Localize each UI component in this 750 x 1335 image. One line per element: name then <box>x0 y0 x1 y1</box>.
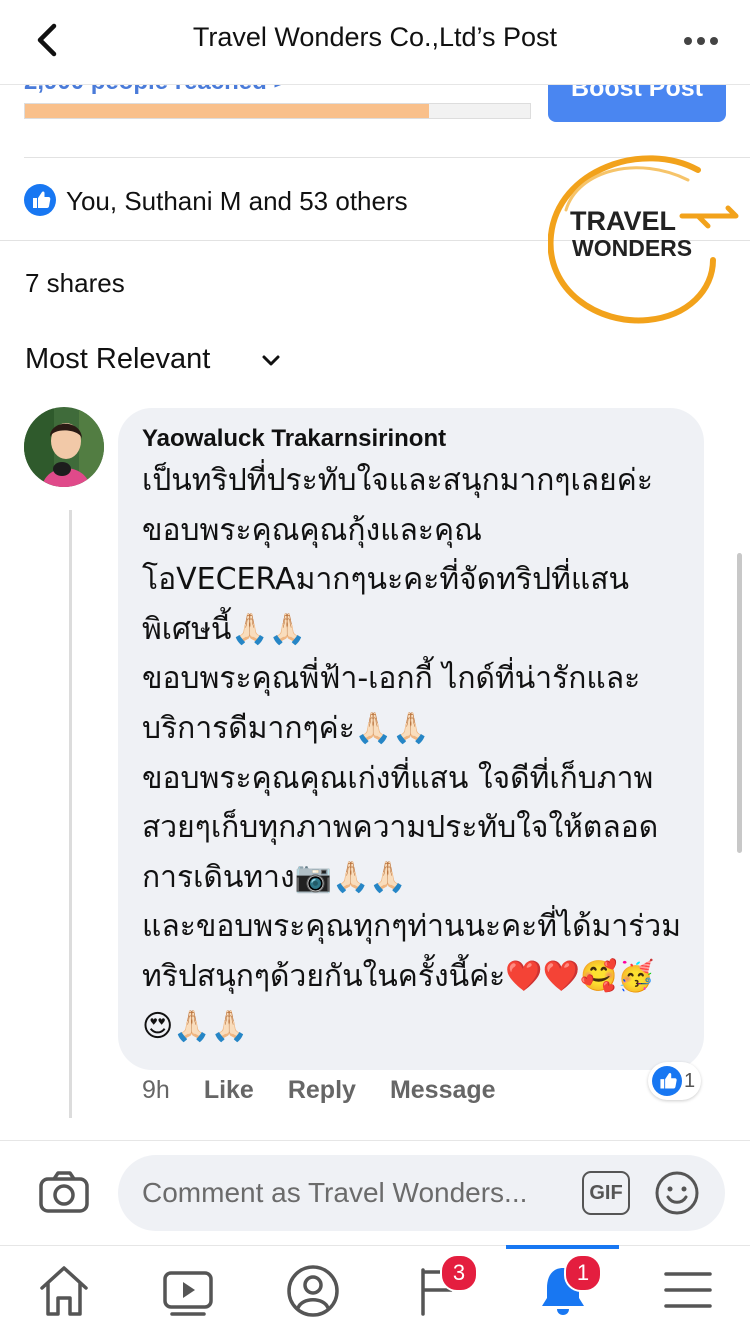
like-icon <box>24 184 56 216</box>
top-bar: Travel Wonders Co.,Ltd’s Post <box>0 0 750 85</box>
comment-text: เป็นทริปที่ประทับใจและสนุกมากๆเลยค่ะ ขอบ… <box>142 463 681 1044</box>
comment-sort-label[interactable]: Most Relevant <box>25 343 210 376</box>
more-options-button[interactable] <box>676 26 726 56</box>
reply-button[interactable]: Reply <box>288 1076 356 1105</box>
avatar[interactable] <box>24 407 104 487</box>
nav-profile[interactable] <box>283 1262 343 1320</box>
video-icon <box>163 1271 213 1316</box>
menu-icon <box>664 1272 712 1308</box>
comment-input[interactable] <box>118 1155 725 1231</box>
chevron-left-icon <box>37 23 57 57</box>
emoji-button[interactable] <box>654 1170 700 1216</box>
nav-pages[interactable]: 3 <box>409 1254 478 1320</box>
comment-reactions[interactable]: 1 <box>648 1062 702 1100</box>
nav-menu[interactable] <box>658 1262 718 1320</box>
comment-timestamp: 9h <box>142 1076 170 1104</box>
thread-line <box>69 510 72 1118</box>
chevron-down-icon[interactable] <box>258 348 284 374</box>
profile-icon <box>287 1265 339 1317</box>
smiley-icon <box>655 1171 699 1215</box>
reactions-summary[interactable]: You, Suthani M and 53 others <box>66 186 408 217</box>
comment-author[interactable]: Yaowaluck Trakarnsirinont <box>142 425 446 453</box>
nav-notifications[interactable]: 1 <box>533 1254 602 1320</box>
page-title: Travel Wonders Co.,Ltd’s Post <box>192 22 558 52</box>
like-button[interactable]: Like <box>204 1076 254 1105</box>
svg-text:TRAVEL: TRAVEL <box>570 206 676 236</box>
reach-progress-fill <box>25 104 429 118</box>
comment-actions: 9h Like Reply Message <box>142 1076 496 1105</box>
reaction-count: 1 <box>684 1069 696 1092</box>
svg-text:WONDERS: WONDERS <box>572 235 692 261</box>
gif-button[interactable]: GIF <box>582 1171 630 1215</box>
notifications-badge: 1 <box>564 1254 602 1292</box>
camera-icon <box>39 1171 89 1213</box>
travel-wonders-logo: TRAVEL WONDERS <box>547 150 743 325</box>
pages-badge: 3 <box>440 1254 478 1292</box>
message-button[interactable]: Message <box>390 1076 496 1105</box>
reach-progress-bar <box>24 103 531 119</box>
nav-home[interactable] <box>34 1262 94 1320</box>
like-icon <box>652 1066 682 1096</box>
active-tab-indicator <box>506 1245 619 1249</box>
shares-count[interactable]: 7 shares <box>25 268 125 299</box>
bottom-navigation <box>0 1245 750 1335</box>
home-icon <box>40 1266 88 1316</box>
more-horizontal-icon <box>684 37 718 45</box>
back-button[interactable] <box>26 18 70 62</box>
scrollbar[interactable] <box>737 553 742 853</box>
camera-button[interactable] <box>38 1170 90 1214</box>
nav-watch[interactable] <box>158 1262 218 1320</box>
